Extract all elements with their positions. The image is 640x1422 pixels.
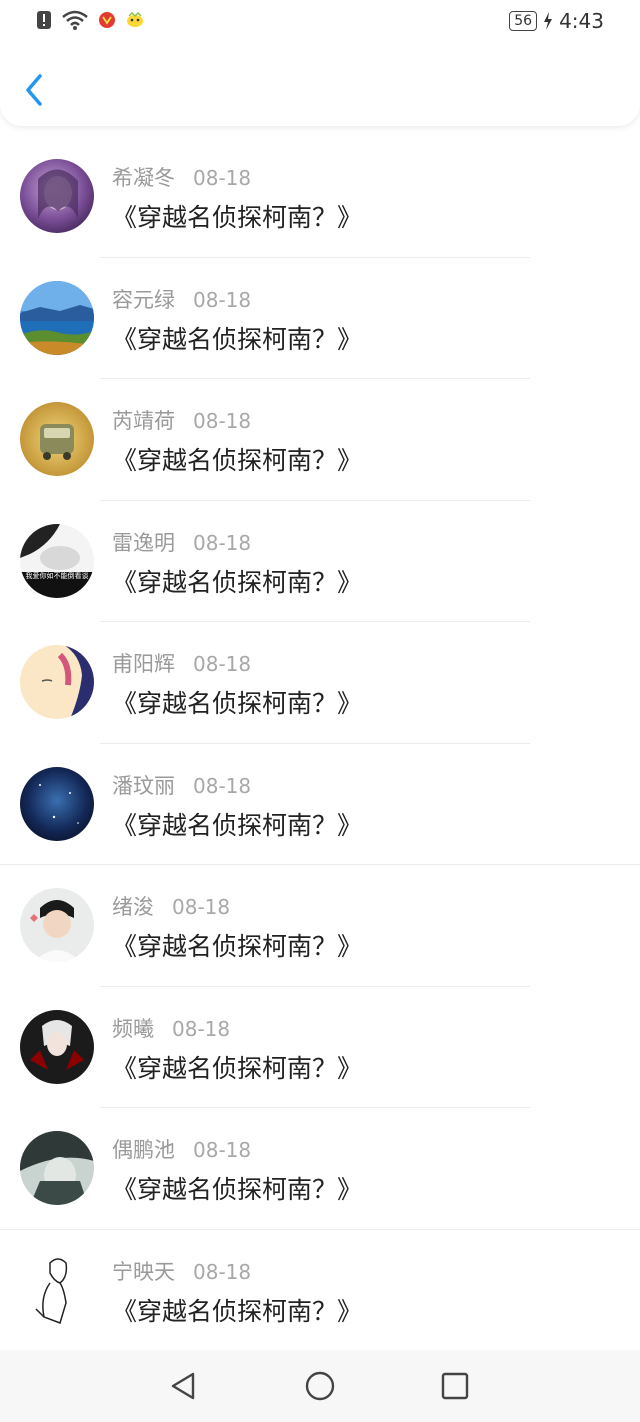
item-meta: 潘玟丽 08-18	[112, 770, 251, 800]
back-triangle-icon	[171, 1372, 195, 1400]
item-meta: 偶鹏池 08-18	[112, 1134, 251, 1164]
item-meta: 频曦 08-18	[112, 1013, 230, 1043]
item-message: 《穿越名侦探柯南？》	[112, 1175, 363, 1204]
item-meta: 雷逸明 08-18	[112, 527, 251, 557]
item-message: 《穿越名侦探柯南？》	[112, 446, 363, 475]
home-circle-icon	[305, 1371, 335, 1401]
avatar[interactable]	[20, 280, 94, 355]
app-notification-icon	[99, 12, 115, 28]
avatar[interactable]	[20, 1252, 94, 1327]
list-item[interactable]: 甫阳辉 08-18 《穿越名侦探柯南？》	[0, 622, 640, 744]
list-item[interactable]: 希凝冬 08-18 《穿越名侦探柯南？》	[0, 136, 640, 258]
item-message: 《穿越名侦探柯南？》	[112, 1296, 363, 1326]
system-nav-bar	[0, 1350, 640, 1422]
sender-name: 雷逸明	[112, 530, 175, 555]
message-list: 希凝冬 08-18 《穿越名侦探柯南？》 容元绿 08-18 《穿越名侦探柯南？…	[0, 136, 640, 1351]
recents-square-icon	[441, 1372, 469, 1400]
status-left	[36, 10, 144, 30]
avatar[interactable]	[20, 402, 94, 476]
list-item[interactable]: 偶鹏池 08-18 《穿越名侦探柯南？》	[0, 1108, 640, 1230]
charging-icon	[544, 12, 553, 30]
item-message: 《穿越名侦探柯南？》	[112, 324, 363, 354]
list-item[interactable]: 频曦 08-18 《穿越名侦探柯南？》	[0, 987, 640, 1108]
item-message: 《穿越名侦探柯南？》	[112, 567, 363, 597]
avatar[interactable]	[20, 888, 94, 962]
item-date: 08-18	[193, 530, 252, 555]
list-item[interactable]: 宁映天 08-18 《穿越名侦探柯南？》	[0, 1230, 640, 1352]
nav-home-button[interactable]	[302, 1368, 338, 1404]
alert-icon	[37, 11, 51, 29]
item-meta: 甫阳辉 08-18	[112, 648, 251, 678]
wifi-icon	[62, 10, 88, 30]
list-item[interactable]: 容元绿 08-18 《穿越名侦探柯南？》	[0, 258, 640, 379]
avatar[interactable]: 我爱你如不能倒看谈	[20, 523, 94, 598]
list-item[interactable]: 绪浚 08-18 《穿越名侦探柯南？》	[0, 865, 640, 987]
item-message: 《穿越名侦探柯南？》	[112, 810, 363, 840]
item-date: 08-18	[193, 652, 252, 676]
battery-level: 56	[509, 11, 538, 31]
item-date: 08-18	[193, 287, 252, 312]
sender-name: 芮靖荷	[112, 409, 175, 433]
item-date: 08-18	[172, 1016, 231, 1041]
header: 56 4:43	[0, 0, 640, 126]
item-message: 《穿越名侦探柯南？》	[112, 203, 363, 232]
chevron-left-icon	[26, 74, 42, 106]
item-date: 08-18	[172, 895, 231, 919]
sender-name: 偶鹏池	[112, 1138, 175, 1162]
item-date: 08-18	[193, 1138, 252, 1162]
item-date: 08-18	[193, 166, 252, 190]
list-item[interactable]: 我爱你如不能倒看谈 雷逸明 08-18 《穿越名侦探柯南？》	[0, 501, 640, 622]
avatar[interactable]	[20, 1009, 94, 1084]
avatar[interactable]	[20, 645, 94, 719]
item-message: 《穿越名侦探柯南？》	[112, 1053, 363, 1083]
avatar-overlay-text: 我爱你如不能倒看谈	[26, 571, 89, 580]
sender-name: 宁映天	[112, 1259, 175, 1284]
item-date: 08-18	[193, 1259, 252, 1284]
status-bar: 56 4:43	[0, 0, 640, 44]
item-meta: 宁映天 08-18	[112, 1256, 251, 1286]
item-meta: 容元绿 08-18	[112, 284, 251, 314]
item-date: 08-18	[193, 409, 252, 433]
avatar[interactable]	[20, 1131, 94, 1205]
item-message: 《穿越名侦探柯南？》	[112, 932, 363, 961]
status-right: 56 4:43	[509, 9, 604, 33]
sender-name: 希凝冬	[112, 166, 175, 190]
app-notification-icon-2	[127, 11, 143, 27]
clock: 4:43	[559, 9, 604, 33]
screen: 56 4:43 希凝冬 08-18 《穿越名侦探柯南？》 容元绿 08-18 《…	[0, 0, 640, 1422]
avatar[interactable]	[20, 766, 94, 841]
sender-name: 频曦	[112, 1016, 154, 1041]
sender-name: 甫阳辉	[112, 652, 175, 676]
nav-back-button[interactable]	[165, 1368, 201, 1404]
sender-name: 容元绿	[112, 287, 175, 312]
avatar[interactable]	[20, 159, 94, 233]
item-meta: 希凝冬 08-18	[112, 162, 251, 192]
item-meta: 芮靖荷 08-18	[112, 405, 251, 435]
item-meta: 绪浚 08-18	[112, 891, 230, 921]
nav-recents-button[interactable]	[437, 1368, 473, 1404]
sender-name: 潘玟丽	[112, 773, 175, 798]
item-message: 《穿越名侦探柯南？》	[112, 689, 363, 718]
back-button[interactable]	[20, 70, 50, 110]
list-item[interactable]: 潘玟丽 08-18 《穿越名侦探柯南？》	[0, 744, 640, 865]
sender-name: 绪浚	[112, 895, 154, 919]
item-date: 08-18	[193, 773, 252, 798]
list-item[interactable]: 芮靖荷 08-18 《穿越名侦探柯南？》	[0, 379, 640, 501]
